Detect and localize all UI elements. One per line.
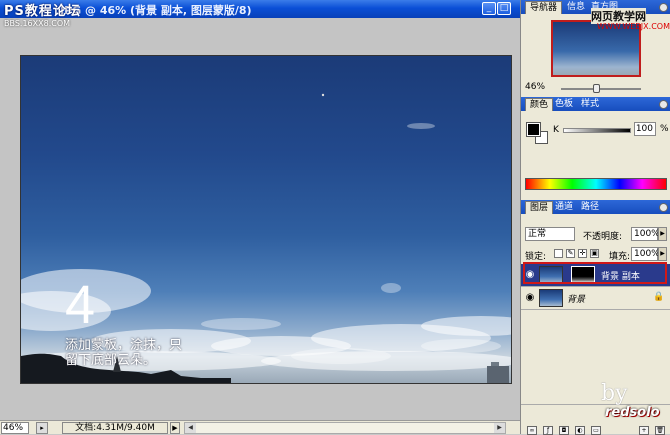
opacity-label: 不透明度: <box>583 232 623 242</box>
signature-by: by <box>601 381 628 406</box>
image-canvas[interactable]: 4 添加蒙板，涂抹，只 留下底部云朵。 <box>20 55 512 384</box>
channel-k-slider[interactable] <box>563 128 631 133</box>
tab-layers[interactable]: 图层 <box>525 201 554 214</box>
lock-all-icon[interactable]: ▣ <box>590 249 599 258</box>
document-title: JPG @ 46% (背景 副本, 图层蒙版/8) <box>60 4 252 17</box>
lock-transparent-icon[interactable] <box>554 249 563 258</box>
color-tab-bar: 颜色 色板 样式 <box>521 97 670 111</box>
channel-k-value[interactable]: 100 <box>634 122 656 136</box>
lock-icon: 🔒 <box>653 292 665 302</box>
layer-row[interactable]: ◉ 背景 🔒 <box>521 287 670 310</box>
status-menu-icon[interactable]: ▸ <box>36 422 48 434</box>
layer-name[interactable]: 背景 <box>567 292 585 305</box>
layers-panel: 图层 通道 路径 正常 不透明度: 100% ▶ 锁定: ✎ ✛ ▣ 填充: 1… <box>521 200 670 434</box>
site-watermark-url: WWW.WEBJX.COM <box>597 22 670 31</box>
status-arrow-icon[interactable]: ▶ <box>170 422 180 434</box>
navigator-zoom-value[interactable]: 46% <box>525 82 545 92</box>
zoom-field[interactable]: 46% <box>1 422 29 434</box>
blend-mode-select[interactable]: 正常 <box>525 227 575 241</box>
blend-mode-value: 正常 <box>528 229 547 239</box>
document-window: JPG @ 46% (背景 副本, 图层蒙版/8) PS教程论坛 _ □ BBS… <box>0 0 520 434</box>
scroll-left-icon[interactable]: ◀ <box>185 423 196 433</box>
tab-styles[interactable]: 样式 <box>577 98 603 111</box>
tab-navigator[interactable]: 导航器 <box>525 1 563 14</box>
opacity-arrow-icon[interactable]: ▶ <box>658 227 667 241</box>
tab-swatches[interactable]: 色板 <box>551 98 577 111</box>
document-size: 文档:4.31M/9.40M <box>62 422 168 434</box>
navigator-zoom-slider[interactable] <box>561 84 641 93</box>
channel-k-label: K <box>553 125 559 135</box>
fill-label: 填充: <box>609 252 631 262</box>
step-caption-line-2: 留下底部云朵。 <box>65 353 157 368</box>
horizontal-scrollbar[interactable]: ◀ ▶ <box>184 422 506 434</box>
tab-color[interactable]: 颜色 <box>525 98 554 111</box>
document-status-bar: 46% ▸ 文档:4.31M/9.40M ▶ ◀ ▶ <box>0 420 520 434</box>
document-title-bar[interactable]: JPG @ 46% (背景 副本, 图层蒙版/8) PS教程论坛 _ □ <box>0 0 520 19</box>
navigator-panel: 导航器 信息 直方图 网页教学网 WWW.WEBJX.COM 46% <box>521 0 670 95</box>
forum-watermark: PS教程论坛 <box>4 4 81 19</box>
visibility-eye-icon[interactable]: ◉ <box>524 292 536 304</box>
panel-dock: 导航器 信息 直方图 网页教学网 WWW.WEBJX.COM 46% 颜色 色板… <box>520 0 670 435</box>
foreground-color-swatch[interactable] <box>526 122 541 137</box>
panel-menu-icon[interactable] <box>659 3 668 12</box>
minimize-button[interactable]: _ <box>482 2 496 15</box>
scroll-right-icon[interactable]: ▶ <box>494 423 505 433</box>
lock-position-icon[interactable]: ✛ <box>578 249 587 258</box>
panel-menu-icon[interactable] <box>659 100 668 109</box>
maximize-button[interactable]: □ <box>497 2 511 15</box>
lock-image-icon[interactable]: ✎ <box>566 249 575 258</box>
zoom-slider-handle[interactable] <box>593 84 600 93</box>
panel-menu-icon[interactable] <box>659 203 668 212</box>
step-number: 4 <box>65 275 96 335</box>
fill-field[interactable]: 100% <box>631 247 660 261</box>
author-signature: redsolo <box>605 405 660 420</box>
color-panel: 颜色 色板 样式 K 100 % <box>521 97 670 197</box>
tab-info[interactable]: 信息 <box>563 1 589 14</box>
lock-label: 锁定: <box>525 252 547 262</box>
color-spectrum-bar[interactable] <box>525 178 667 190</box>
opacity-field[interactable]: 100% <box>631 227 660 241</box>
channel-k-unit: % <box>660 124 669 134</box>
layers-tab-bar: 图层 通道 路径 <box>521 200 670 214</box>
selected-layer-highlight <box>523 262 667 284</box>
layer-thumbnail[interactable] <box>539 289 563 307</box>
tab-paths[interactable]: 路径 <box>577 201 603 214</box>
fill-arrow-icon[interactable]: ▶ <box>658 247 667 261</box>
tab-channels[interactable]: 通道 <box>551 201 577 214</box>
forum-watermark-url: BBS.16XX8.COM <box>4 19 71 28</box>
